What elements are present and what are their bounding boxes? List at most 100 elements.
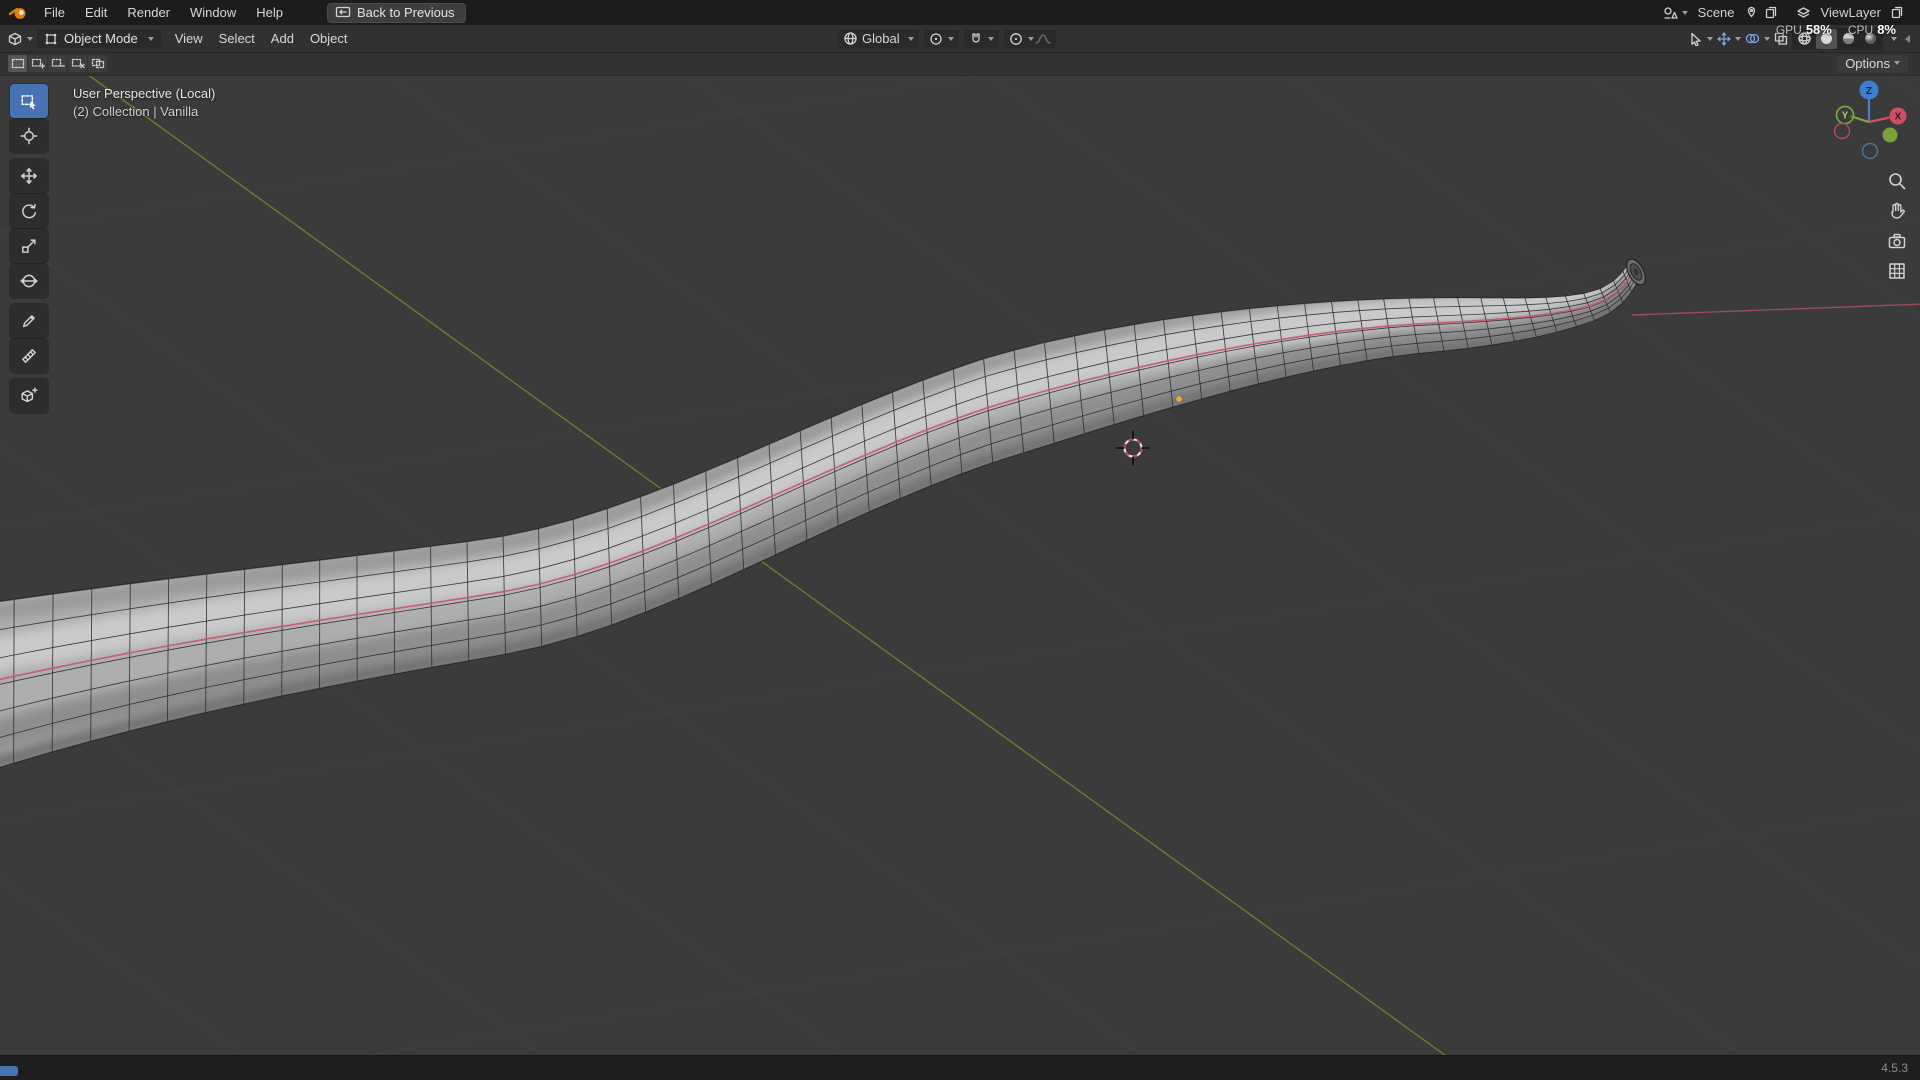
- tool-move[interactable]: [10, 159, 48, 193]
- orientation-dropdown[interactable]: Global: [838, 29, 919, 48]
- select-tool-visibility-button[interactable]: [1689, 32, 1713, 46]
- editor-type-button[interactable]: [7, 32, 33, 46]
- tool-cursor[interactable]: [10, 119, 48, 153]
- annotate-pencil-icon: [22, 315, 35, 328]
- overlays-icon: [1745, 33, 1760, 44]
- viewlayer-button[interactable]: [1794, 6, 1813, 20]
- chevron-down-icon: [1707, 36, 1713, 41]
- cursor-arrow-icon: [1691, 32, 1701, 46]
- falloff-curve-icon: [1034, 33, 1051, 44]
- object-mode-icon: [45, 33, 57, 44]
- version-text: 4.5.3: [1881, 1061, 1908, 1075]
- orientation-label: Global: [862, 31, 900, 46]
- gizmo-z-label: Z: [1866, 85, 1873, 97]
- select-mode-intersect-button[interactable]: [88, 55, 107, 72]
- tool-annotate[interactable]: [10, 304, 48, 338]
- mode-dropdown[interactable]: Object Mode: [37, 29, 161, 48]
- camera-view-button[interactable]: [1884, 228, 1910, 254]
- zoom-button[interactable]: [1884, 168, 1910, 194]
- show-overlays-toggle[interactable]: [1745, 32, 1770, 45]
- blender-logo-icon[interactable]: [8, 5, 28, 21]
- new-viewlayer-button[interactable]: [1889, 6, 1906, 19]
- pin-scene-button[interactable]: [1743, 6, 1760, 19]
- menu-view[interactable]: View: [167, 25, 211, 52]
- gpu-value: 58%: [1805, 22, 1832, 37]
- tool-rotate[interactable]: [10, 194, 48, 228]
- select-mode-set-button[interactable]: [8, 55, 27, 72]
- snap-controls[interactable]: [963, 29, 999, 48]
- navigation-gizmo[interactable]: Z Y X: [1821, 74, 1917, 170]
- menu-edit[interactable]: Edit: [75, 0, 117, 25]
- viewport-3d[interactable]: [0, 0, 1920, 1080]
- copy-icon: [1765, 6, 1776, 19]
- copy-icon: [1891, 6, 1903, 19]
- chevron-down-icon: [987, 36, 994, 41]
- proportional-editing-icon: [1009, 32, 1022, 45]
- cursor-tool-icon: [20, 127, 38, 145]
- menu-window[interactable]: Window: [180, 0, 246, 25]
- menu-file[interactable]: File: [34, 0, 75, 25]
- back-icon: [335, 6, 351, 18]
- hand-icon: [1891, 202, 1905, 219]
- new-scene-button[interactable]: [1763, 6, 1780, 19]
- select-mode-subtract-button[interactable]: [48, 55, 67, 72]
- select-box-icon: [21, 95, 36, 110]
- viewport-overlay-text: User Perspective (Local) (2) Collection …: [73, 85, 215, 121]
- cpu-value: 8%: [1877, 22, 1896, 37]
- options-dropdown[interactable]: Options: [1837, 54, 1908, 73]
- camera-icon: [1888, 233, 1906, 249]
- gizmo-toggle-icon: [1717, 31, 1731, 46]
- menu-object[interactable]: Object: [302, 25, 356, 52]
- toggle-orthographic-button[interactable]: [1884, 258, 1910, 284]
- chevron-down-icon: [147, 36, 154, 41]
- object-origin-dot: [1176, 396, 1182, 402]
- select-mode-extend-button[interactable]: [28, 55, 47, 72]
- view-name-text: User Perspective (Local): [73, 86, 216, 101]
- mode-label: Object Mode: [64, 31, 138, 46]
- scale-icon: [22, 239, 36, 253]
- back-to-previous-button[interactable]: Back to Previous: [327, 2, 466, 23]
- viewlayer-name[interactable]: ViewLayer: [1816, 5, 1886, 20]
- menu-select[interactable]: Select: [211, 25, 263, 52]
- scene-browse-button[interactable]: [1661, 6, 1690, 20]
- render-stats: GPU 58% CPU 8%: [1776, 21, 1896, 39]
- orientation-globe-icon: [844, 32, 857, 45]
- add-cube-icon: [21, 387, 38, 403]
- gizmo-y-label: Y: [1842, 111, 1849, 122]
- pan-button[interactable]: [1884, 198, 1910, 224]
- measure-ruler-icon: [22, 349, 36, 363]
- topbar-right: Scene ViewLayer: [1661, 5, 1920, 20]
- tool-measure[interactable]: [10, 339, 48, 373]
- viewport-header: Object Mode View Select Add Object Globa…: [0, 25, 1920, 53]
- gizmo-y-neg-axis[interactable]: [1882, 127, 1898, 143]
- transform-icon: [20, 274, 38, 288]
- header-center-controls: Global: [838, 25, 1056, 52]
- tool-transform[interactable]: [10, 264, 48, 298]
- gizmo-x-neg-axis[interactable]: [1833, 122, 1851, 140]
- tool-select-box[interactable]: [10, 84, 48, 118]
- menu-add[interactable]: Add: [263, 25, 302, 52]
- gizmo-x-label: X: [1895, 112, 1902, 123]
- menu-help[interactable]: Help: [246, 0, 293, 25]
- viewlayer-icon: [1796, 6, 1810, 18]
- gpu-label: GPU: [1775, 23, 1802, 37]
- chevron-down-icon: [1735, 36, 1741, 41]
- back-button-label: Back to Previous: [357, 4, 455, 20]
- tool-settings-bar: Options: [0, 52, 1920, 76]
- scene-name[interactable]: Scene: [1693, 5, 1740, 20]
- rotate-icon: [22, 203, 37, 219]
- proportional-editing-controls[interactable]: [1003, 29, 1056, 48]
- select-mode-invert-button[interactable]: [68, 55, 87, 72]
- tool-scale[interactable]: [10, 229, 48, 263]
- cpu-label: CPU: [1847, 23, 1874, 37]
- pivot-point-dropdown[interactable]: [923, 29, 959, 48]
- chevron-down-icon: [1764, 36, 1770, 41]
- tool-add-cube[interactable]: [10, 379, 48, 413]
- show-gizmo-toggle[interactable]: [1717, 31, 1741, 46]
- gizmo-z-neg-axis[interactable]: [1861, 142, 1879, 160]
- viewport-background: [0, 0, 1920, 1080]
- menu-render[interactable]: Render: [117, 0, 180, 25]
- ortho-grid-icon: [1889, 263, 1905, 279]
- chevron-down-icon: [1894, 61, 1900, 65]
- region-collapse-icon[interactable]: [1905, 34, 1910, 43]
